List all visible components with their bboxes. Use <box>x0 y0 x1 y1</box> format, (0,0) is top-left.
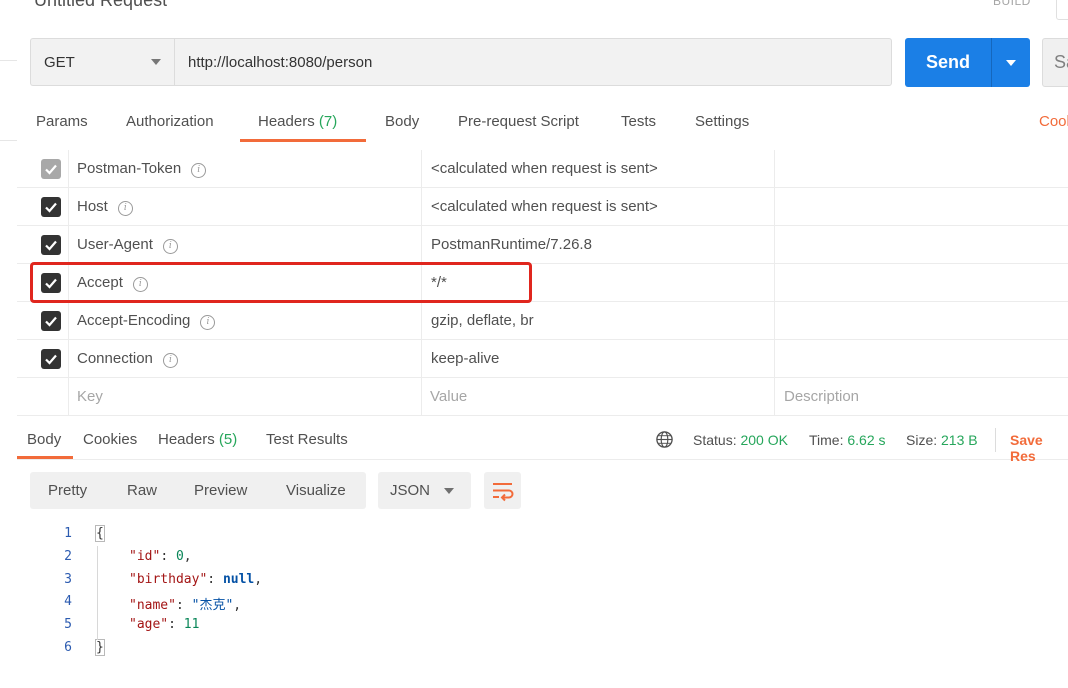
chevron-down-icon <box>1006 60 1016 66</box>
line-number: 4 <box>64 594 72 609</box>
tab-count: (7) <box>318 113 338 130</box>
url-input[interactable]: http://localhost:8080/person <box>174 38 892 86</box>
tab-settings[interactable]: Settings <box>695 113 749 130</box>
new-value-input[interactable]: Value <box>430 388 467 405</box>
chevron-down-icon <box>444 488 454 494</box>
info-icon[interactable]: i <box>162 353 178 368</box>
header-key[interactable]: Connection i <box>77 350 178 368</box>
format-select[interactable]: JSON <box>378 472 471 509</box>
preview-button[interactable]: Preview <box>194 482 247 499</box>
code-line: "name": "杰克", <box>129 598 242 613</box>
line-number: 1 <box>64 526 72 541</box>
wrap-lines-icon <box>493 483 514 502</box>
code-line: { <box>95 525 105 542</box>
size-readout[interactable]: Size: 213 B <box>906 432 978 448</box>
url-text: http://localhost:8080/person <box>188 53 373 71</box>
line-number: 6 <box>64 640 72 655</box>
method-select[interactable]: GET <box>30 38 174 86</box>
sidebar-divider <box>0 140 17 141</box>
tab-label: Tests <box>621 113 657 130</box>
table-row: Postman-Token i <calculated when request … <box>17 150 1068 188</box>
send-button[interactable]: Send <box>905 38 991 87</box>
response-tab-cookies[interactable]: Cookies <box>83 431 137 448</box>
row-checkbox[interactable] <box>41 311 61 331</box>
tab-params[interactable]: Params <box>36 113 88 130</box>
request-title[interactable]: Untitled Request <box>34 0 167 11</box>
row-checkbox[interactable] <box>41 159 61 179</box>
tab-count: (5) <box>218 431 238 448</box>
view-mode-group: Pretty Raw Preview Visualize <box>30 472 366 509</box>
edit-mode-toggle[interactable] <box>1056 0 1068 20</box>
tab-label: Params <box>36 113 88 130</box>
header-value[interactable]: PostmanRuntime/7.26.8 <box>431 236 592 253</box>
tab-label: Body <box>385 113 420 130</box>
tab-label: Pre-request Script <box>458 113 579 130</box>
code-line: "birthday": null, <box>129 572 263 587</box>
format-label: JSON <box>390 482 431 499</box>
new-key-input[interactable]: Key <box>77 388 103 405</box>
response-tab-test-results[interactable]: Test Results <box>266 431 348 448</box>
line-number: 3 <box>64 572 72 587</box>
line-number: 2 <box>64 549 72 564</box>
tab-pre-request-script[interactable]: Pre-request Script <box>458 113 579 130</box>
header-value[interactable]: <calculated when request is sent> <box>431 198 658 215</box>
table-row: Host i <calculated when request is sent> <box>17 188 1068 226</box>
code-line: "age": 11 <box>129 617 200 632</box>
header-key[interactable]: Accept-Encoding i <box>77 312 216 330</box>
wrap-lines-button[interactable] <box>484 472 521 509</box>
header-key[interactable]: Host i <box>77 198 133 216</box>
code-line: "id": 0, <box>129 549 192 564</box>
header-value[interactable]: keep-alive <box>431 350 499 367</box>
row-checkbox[interactable] <box>41 235 61 255</box>
table-row: Connection i keep-alive <box>17 340 1068 378</box>
time-readout[interactable]: Time: 6.62 s <box>809 432 886 448</box>
tab-label: Headers <box>158 431 215 448</box>
build-label[interactable]: BUILD <box>993 0 1031 8</box>
table-row: User-Agent i PostmanRuntime/7.26.8 <box>17 226 1068 264</box>
response-tab-headers[interactable]: Headers (5) <box>158 431 237 448</box>
row-checkbox[interactable] <box>41 349 61 369</box>
status-readout[interactable]: Status: 200 OK <box>693 432 788 448</box>
indent-guide <box>97 546 98 640</box>
header-value[interactable]: <calculated when request is sent> <box>431 160 658 177</box>
chevron-down-icon <box>151 59 161 65</box>
cookies-link[interactable]: Cook <box>1039 113 1068 130</box>
tab-tests[interactable]: Tests <box>621 113 656 130</box>
row-checkbox[interactable] <box>41 197 61 217</box>
globe-icon[interactable] <box>655 430 674 454</box>
sidebar-divider <box>0 60 17 61</box>
info-icon[interactable]: i <box>117 201 133 216</box>
pretty-button[interactable]: Pretty <box>48 482 87 499</box>
header-key[interactable]: Postman-Token i <box>77 160 207 178</box>
divider <box>17 459 1068 460</box>
active-tab-indicator <box>240 139 366 142</box>
table-row-new: Key Value Description <box>17 378 1068 416</box>
tab-authorization[interactable]: Authorization <box>126 113 214 130</box>
save-button[interactable]: Sa <box>1042 38 1068 87</box>
table-row: Accept-Encoding i gzip, deflate, br <box>17 302 1068 340</box>
info-icon[interactable]: i <box>162 239 178 254</box>
send-options-button[interactable] <box>991 38 1030 87</box>
visualize-button[interactable]: Visualize <box>286 482 346 499</box>
info-icon[interactable]: i <box>191 163 207 178</box>
method-label: GET <box>44 53 75 71</box>
tab-label: Settings <box>695 113 750 130</box>
tab-label: Headers <box>258 113 315 130</box>
header-value[interactable]: gzip, deflate, br <box>431 312 534 329</box>
raw-button[interactable]: Raw <box>127 482 157 499</box>
tab-headers[interactable]: Headers (7) <box>258 113 337 130</box>
header-key[interactable]: User-Agent i <box>77 236 178 254</box>
tab-label: Authorization <box>126 113 214 130</box>
line-number: 5 <box>64 617 72 632</box>
response-tab-body[interactable]: Body <box>27 431 61 448</box>
annotation-highlight-box <box>30 262 532 303</box>
save-response-button[interactable]: Save Res <box>1010 432 1068 464</box>
info-icon[interactable]: i <box>200 315 216 330</box>
divider <box>995 428 996 452</box>
code-line: } <box>95 639 105 656</box>
tab-body[interactable]: Body <box>385 113 419 130</box>
new-description-input[interactable]: Description <box>784 388 859 405</box>
